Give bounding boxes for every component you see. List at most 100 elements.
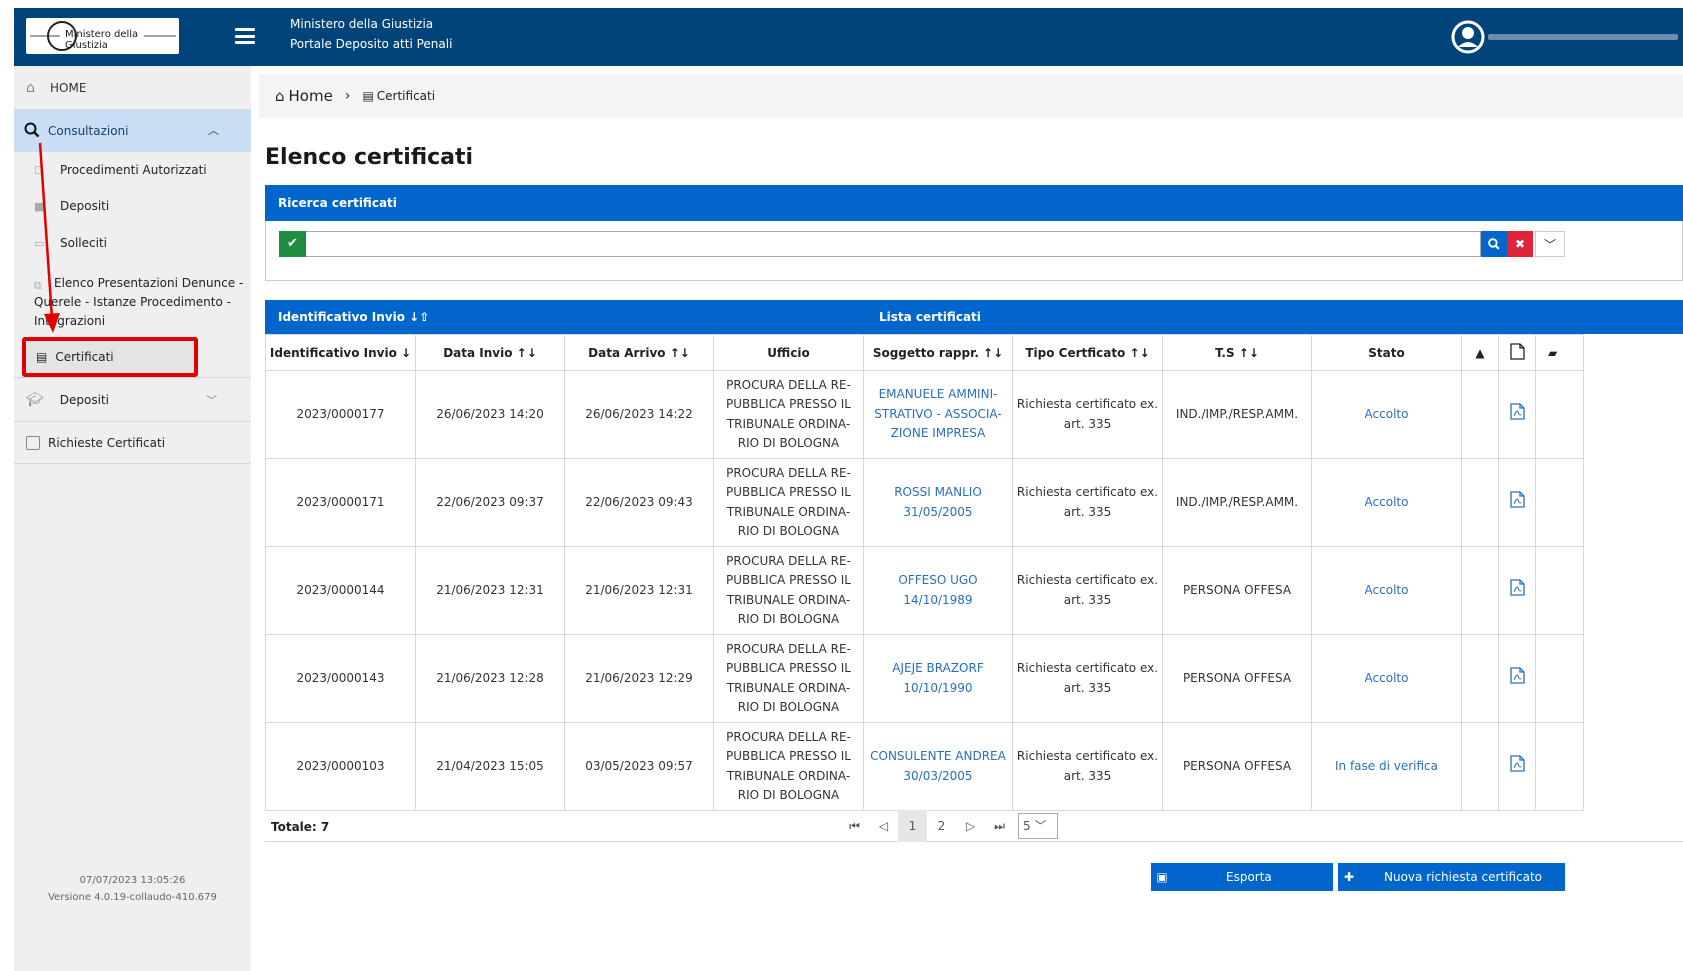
ministry-logo[interactable]: Ministero della Giustizia [26,18,179,54]
sidebar-item-elenco-presentazioni[interactable]: ⧉ Elenco Presentazioni Denunce - Querele… [14,269,251,331]
cell-data-invio: 22/06/2023 09:37 [415,458,565,547]
search-input[interactable] [306,231,1481,257]
sidebar-item-depositi[interactable]: 🎓︎ Depositi ﹀ [14,378,251,422]
first-page-icon[interactable]: ⏮︎ [840,810,869,842]
list-header: Identificativo Invio ↓⇧ Lista certificat… [265,300,1683,334]
home-icon[interactable]: ⌂ [275,87,285,105]
pdf-icon [1498,334,1536,371]
cell-stato[interactable]: Accolto [1311,546,1462,635]
pdf-icon[interactable] [1509,579,1525,596]
breadcrumb: ⌂ Home › ▤ Certificati [259,74,1683,118]
cell-soggetto[interactable]: OFFESO UGO 14/10/1989 [863,546,1013,635]
last-page-icon[interactable]: ⏭︎ [985,810,1014,842]
warning-icon: ▲ [1461,334,1499,371]
sidebar-item-certificati[interactable]: ▤ Certificati [22,337,198,377]
col-ts[interactable]: T.S ↑↓ [1162,334,1312,371]
sidebar-item-label: Solleciti [60,236,107,250]
folder-icon: ■ [34,199,45,213]
user-icon[interactable] [1451,20,1485,54]
page-2[interactable]: 2 [927,810,956,842]
cell-stato[interactable]: Accolto [1311,370,1462,459]
table-row[interactable]: 2023/0000177 26/06/2023 14:20 26/06/2023 1… [265,370,1584,459]
cell-tipo: Richiesta certificato ex. art. 335 [1012,546,1163,635]
cell-soggetto[interactable]: CONSULENTE ANDREA 30/03/2005 [863,722,1013,811]
app-title-line1: Ministero della Giustizia [290,17,434,31]
sidebar-item-richieste-certificati[interactable]: Richieste Certificati [14,422,251,464]
clear-search-button[interactable]: ✖ [1507,231,1533,257]
table-row[interactable]: 2023/0000143 21/06/2023 12:28 21/06/2023 1… [265,634,1584,723]
cell-pdf[interactable] [1498,722,1536,811]
cell-warning [1461,722,1499,811]
user-name-redacted[interactable] [1488,34,1678,40]
cell-tipo-line: art. 335 [1063,504,1112,519]
cell-stato[interactable]: Accolto [1311,458,1462,547]
col-tipo[interactable]: Tipo Certficato ↑↓ [1012,334,1163,371]
cell-ufficio-line: PUBBLICA PRESSO IL [726,485,851,499]
prev-page-icon[interactable]: ◁ [869,810,898,842]
cell-ufficio-line: RIO DI BOLOGNA [737,612,840,626]
col-soggetto[interactable]: Soggetto rappr. ↑↓ [863,334,1013,371]
pdf-icon[interactable] [1509,755,1525,772]
pdf-icon[interactable] [1509,491,1525,508]
cell-ufficio-line: PROCURA DELLA RE- [726,465,851,480]
cell-identificativo: 2023/0000144 [265,546,416,635]
cell-data-invio: 21/06/2023 12:28 [415,634,565,723]
sidebar-item-label-line2: Querele - Istanze Procedimento - [34,295,231,309]
cell-tipo-line: art. 335 [1063,768,1112,783]
sidebar-item-label-line1: Elenco Presentazioni Denunce - [54,276,244,290]
cell-ufficio: PROCURA DELLA RE- PUBBLICA PRESSO IL TRIBU… [713,458,864,547]
cell-ufficio-line: RIO DI BOLOGNA [737,788,840,802]
pdf-icon[interactable] [1509,403,1525,420]
cell-soggetto[interactable]: EMANUELE AMMINI- STRATIVO - ASSOCIA- ZIONE… [863,370,1013,459]
cell-tipo: Richiesta certificato ex. art. 335 [1012,634,1163,723]
sidebar-item-procedimenti[interactable]: ☐ Procedimenti Autorizzati [14,152,251,188]
cell-soggetto[interactable]: ROSSI MANLIO 31/05/2005 [863,458,1013,547]
cell-stato[interactable]: Accolto [1311,634,1462,723]
nuova-richiesta-button[interactable]: ✚ Nuova richiesta certificato [1338,863,1565,891]
sidebar-item-label: HOME [50,80,87,95]
chevron-down-icon: ﹀ [206,394,217,407]
footer-version: Versione 4.0.19-collaudo-410.679 [48,892,217,903]
cell-identificativo: 2023/0000171 [265,458,416,547]
cell-ufficio-line: PROCURA DELLA RE- [726,553,851,568]
cell-stato[interactable]: In fase di verifica [1311,722,1462,811]
cell-pdf[interactable] [1498,370,1536,459]
table-row[interactable]: 2023/0000103 21/04/2023 15:05 03/05/2023 0… [265,722,1584,811]
cell-ts: PERSONA OFFESA [1162,546,1312,635]
cell-ufficio-line: PROCURA DELLA RE- [726,641,851,656]
menu-icon[interactable] [235,28,255,44]
sidebar-item-home[interactable]: ⌂ HOME [14,66,251,110]
col-data-arrivo[interactable]: Data Arrivo ↑↓ [564,334,714,371]
search-options-dropdown[interactable]: ﹀ [1535,231,1565,257]
page-1[interactable]: 1 [898,810,927,842]
col-data-invio[interactable]: Data Invio ↑↓ [415,334,565,371]
next-page-icon[interactable]: ▷ [956,810,985,842]
cell-soggetto-line: 10/10/1990 [903,680,973,695]
cell-soggetto[interactable]: AJEJE BRAZORF 10/10/1990 [863,634,1013,723]
breadcrumb-home[interactable]: Home [289,87,333,105]
sidebar-item-consultazioni[interactable]: Consultazioni ︿ [14,110,251,152]
col-stato: Stato [1311,334,1462,371]
cell-tipo: Richiesta certificato ex. art. 335 [1012,458,1163,547]
cell-tipo-line: art. 335 [1063,592,1112,607]
table-row[interactable]: 2023/0000171 22/06/2023 09:37 22/06/2023 0… [265,458,1584,547]
sort-by-label[interactable]: Identificativo Invio ↓⇧ [278,310,429,324]
col-identificativo[interactable]: Identificativo Invio ↓ [265,334,416,371]
check-icon[interactable]: ✔ [279,231,306,257]
cell-identificativo: 2023/0000177 [265,370,416,459]
search-header: Ricerca certificati [265,185,1683,221]
cell-pdf[interactable] [1498,634,1536,723]
cell-tipo-line: Richiesta certificato ex. [1016,661,1159,675]
sidebar-footer: 07/07/2023 13:05:26 Versione 4.0.19-coll… [14,872,251,906]
table-row[interactable]: 2023/0000144 21/06/2023 12:31 21/06/2023 1… [265,546,1584,635]
pdf-icon[interactable] [1509,667,1525,684]
search-button[interactable] [1481,231,1507,257]
cell-pdf[interactable] [1498,546,1536,635]
esporta-button[interactable]: ▣ Esporta [1151,863,1333,891]
cell-pdf[interactable] [1498,458,1536,547]
list-title: Lista certificati [879,310,981,324]
sidebar-item-solleciti[interactable]: ▭ Solleciti [14,225,251,261]
sidebar-item-depositi-sub[interactable]: ■ Depositi [14,188,251,224]
page-size-value: 5 [1023,819,1031,833]
page-size-select[interactable]: 5 ﹀ [1018,813,1058,839]
